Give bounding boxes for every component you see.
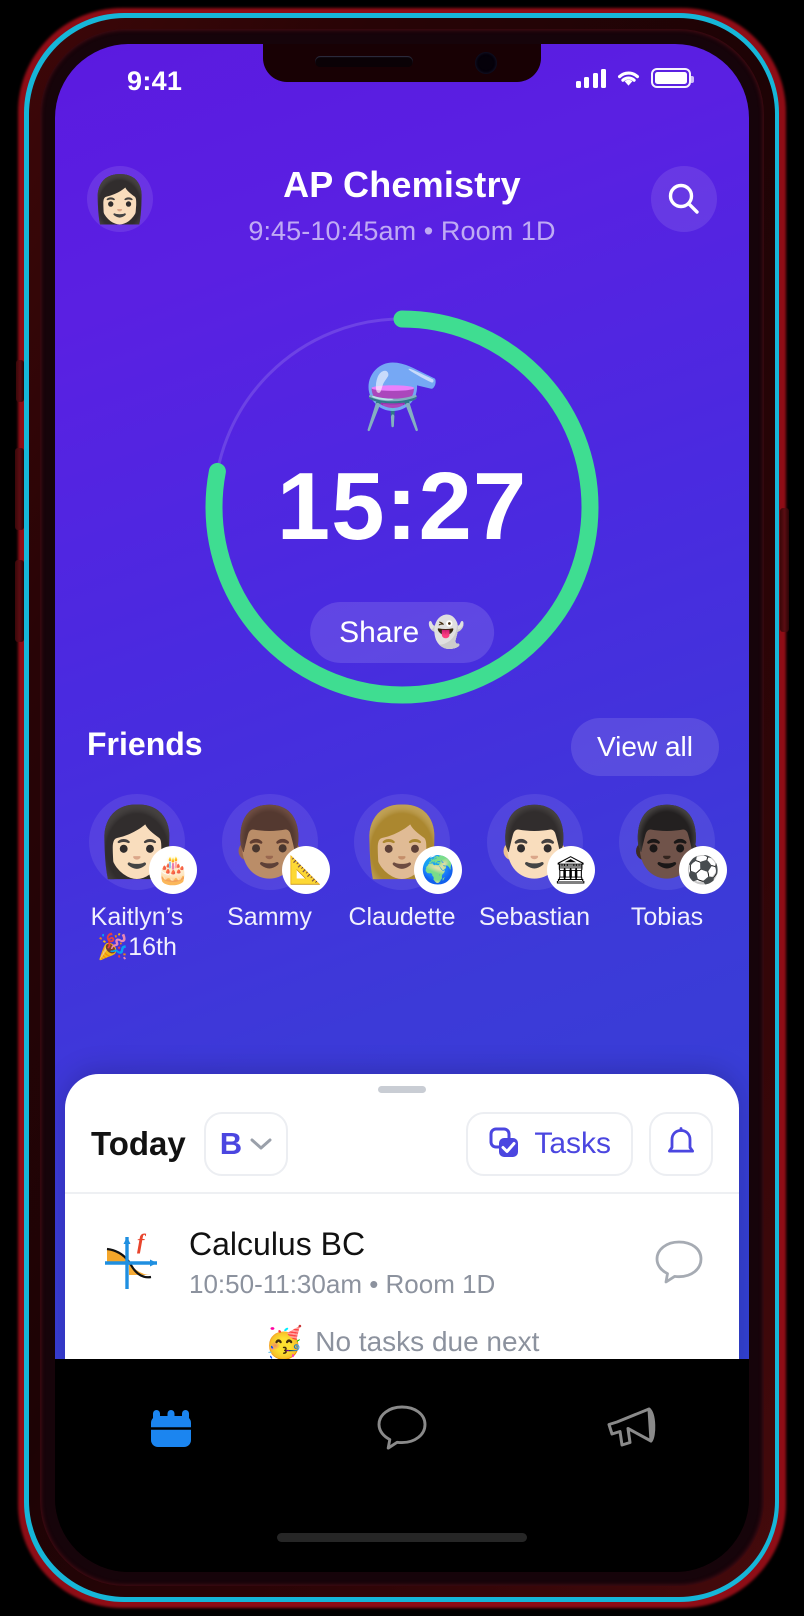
party-face-emoji: 🥳 — [264, 1324, 304, 1360]
birthday-cake-badge: 🎂 — [149, 846, 197, 894]
tasks-button[interactable]: Tasks — [466, 1112, 633, 1176]
tab-bar — [55, 1359, 749, 1572]
search-button[interactable] — [651, 166, 717, 232]
sheet-header: Today B Tasks — [65, 1096, 739, 1192]
tab-list — [55, 1385, 749, 1469]
megaphone-icon — [607, 1407, 656, 1447]
chat-bubble-icon — [655, 1240, 703, 1284]
class-timer[interactable]: ⚗️ 15:27 Share 👻 — [197, 302, 607, 712]
day-letter-dropdown[interactable]: B — [203, 1112, 289, 1176]
page-title: AP Chemistry — [283, 164, 521, 205]
sheet-divider — [65, 1192, 739, 1194]
phone-device: 9:41 👩🏻 AP Chemistry 9:45-10:45am • Room… — [15, 8, 789, 1608]
tasks-button-label: Tasks — [534, 1127, 611, 1160]
sports-badge: ⚽ — [679, 846, 727, 894]
friend-name: Sebastian — [478, 903, 591, 931]
friends-list: 👩🏻 🎂 Kaitlyn’s 🎉16th 👨🏽 📐 Sammy 👩🏼 🌍 Claudette 👨🏻 🏛… — [73, 794, 731, 962]
friend-avatar: 👨🏽 📐 — [221, 794, 330, 894]
tab-chat[interactable] — [286, 1397, 517, 1457]
friend-item[interactable]: 👩🏼 🌍 Claudette — [338, 794, 466, 962]
battery-full-icon — [651, 68, 694, 88]
friend-name: Claudette — [348, 903, 456, 931]
subject-emoji: ⚗️ — [363, 363, 441, 432]
svg-text:f: f — [137, 1229, 147, 1254]
next-class-text: Calculus BC 10:50-11:30am • Room 1D — [189, 1224, 495, 1300]
class-chat-button[interactable] — [649, 1232, 709, 1292]
friends-header: Friends View all — [55, 718, 749, 786]
timer-value: 15:27 — [276, 453, 528, 560]
no-tasks-text: No tasks due next — [315, 1326, 540, 1357]
class-meta: 10:50-11:30am • Room 1D — [189, 1269, 496, 1299]
no-tasks-row: 🥳 No tasks due next — [65, 1326, 739, 1358]
chat-bubble-icon — [377, 1405, 427, 1450]
tab-calendar[interactable] — [55, 1397, 286, 1457]
friend-item[interactable]: 👩🏻 🎂 Kaitlyn’s 🎉16th — [73, 794, 201, 962]
power-button[interactable] — [780, 508, 789, 632]
view-all-button[interactable]: View all — [571, 718, 719, 776]
silent-switch[interactable] — [16, 360, 24, 402]
tasks-checkbox-icon — [489, 1127, 519, 1157]
globe-badge: 🌍 — [414, 846, 462, 894]
wifi-icon — [618, 71, 639, 86]
home-indicator[interactable] — [277, 1533, 527, 1542]
chevron-down-icon — [250, 1138, 272, 1150]
calendar-icon — [150, 1410, 191, 1447]
sheet-drag-handle[interactable] — [378, 1086, 426, 1093]
friend-avatar: 👩🏻 🎂 — [89, 794, 197, 894]
friend-name: Tobias — [630, 903, 704, 931]
friend-name: Sammy — [227, 903, 312, 931]
calculus-badge: 📐 — [281, 846, 330, 894]
friend-avatar: 👩🏼 🌍 — [354, 794, 462, 894]
share-button[interactable]: Share 👻 — [310, 602, 494, 663]
front-camera — [475, 52, 497, 74]
friend-item[interactable]: 👨🏿 ⚽ Tobias — [603, 794, 731, 962]
friend-name: Kaitlyn’s 🎉16th — [90, 903, 184, 961]
history-column-badge: 🏛 — [546, 846, 595, 894]
cellular-signal-icon — [575, 68, 606, 88]
app-header: 👩🏻 AP Chemistry 9:45-10:45am • Room 1D — [55, 154, 749, 284]
tab-announcements[interactable] — [518, 1397, 749, 1457]
earpiece-speaker — [315, 56, 413, 67]
volume-down-button[interactable] — [15, 560, 24, 642]
sheet-actions: Tasks — [466, 1112, 713, 1176]
bell-icon — [668, 1127, 694, 1153]
friend-avatar: 👨🏿 ⚽ — [619, 794, 727, 894]
calculus-graph-icon: f — [95, 1225, 169, 1299]
phone-screen: 9:41 👩🏻 AP Chemistry 9:45-10:45am • Room… — [55, 44, 749, 1572]
status-clock: 9:41 — [127, 66, 183, 96]
friend-item[interactable]: 👨🏽 📐 Sammy — [206, 794, 334, 962]
day-letter-value: B — [219, 1126, 243, 1161]
search-icon — [668, 183, 699, 214]
status-icons — [575, 68, 694, 88]
class-name: Calculus BC — [189, 1226, 366, 1262]
volume-up-button[interactable] — [15, 448, 24, 530]
today-label: Today — [91, 1125, 186, 1162]
today-sheet: Today B Tasks f Calculus BC 10:50-11:30a… — [65, 1074, 739, 1394]
notifications-button[interactable] — [649, 1112, 713, 1176]
friends-title: Friends — [87, 726, 203, 762]
friend-avatar: 👨🏻 🏛 — [486, 794, 595, 894]
friend-item[interactable]: 👨🏻 🏛 Sebastian — [471, 794, 599, 962]
next-class-row[interactable]: f Calculus BC 10:50-11:30am • Room 1D — [65, 1204, 739, 1320]
notch — [263, 44, 541, 82]
page-subtitle: 9:45-10:45am • Room 1D — [248, 216, 556, 246]
